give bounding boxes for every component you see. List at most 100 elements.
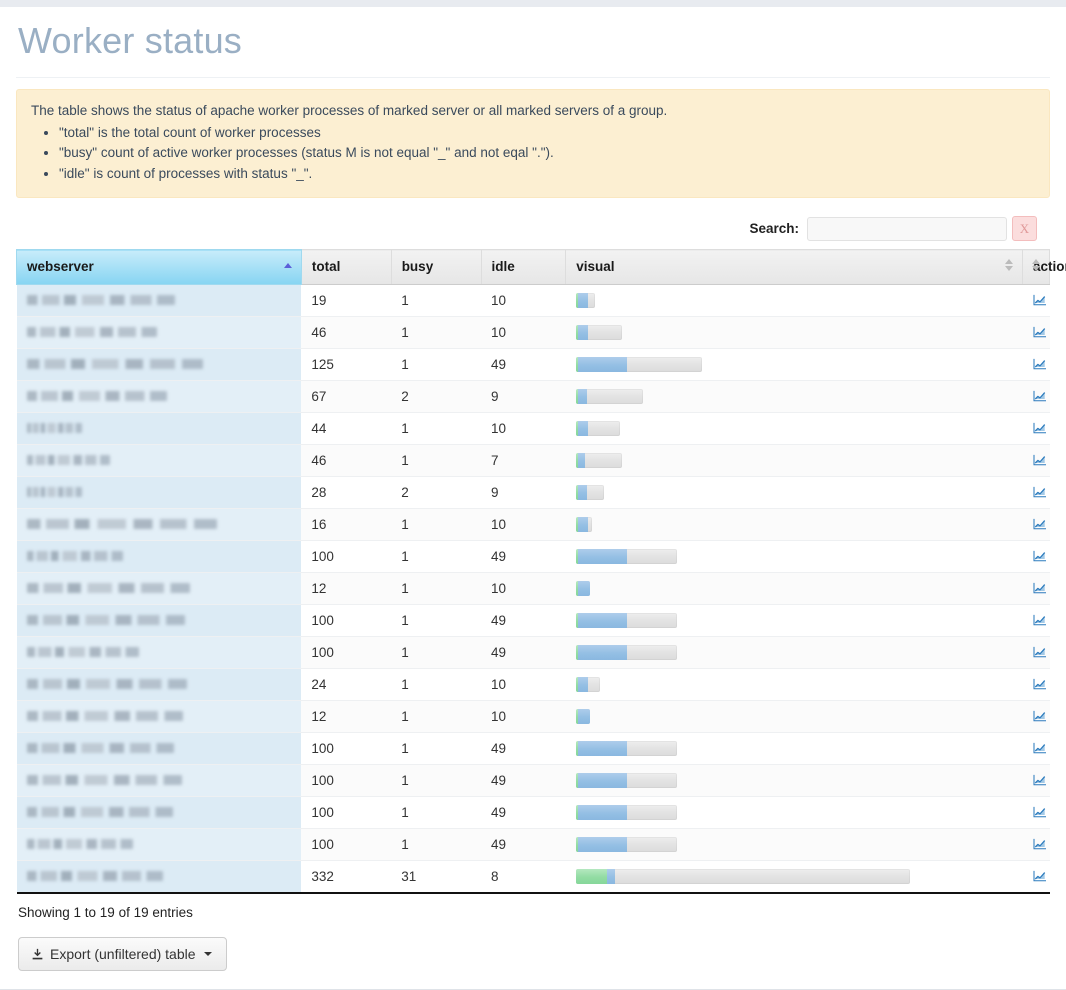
line-chart-icon — [1033, 774, 1047, 786]
line-chart-icon — [1033, 742, 1047, 754]
performance-checks-link[interactable]: Performance checks — [1033, 389, 1050, 404]
redacted-webserver-name — [26, 551, 123, 562]
performance-checks-link[interactable]: Performance checks — [1033, 709, 1050, 724]
cell-visual — [565, 668, 1023, 702]
line-chart-icon — [1033, 518, 1047, 530]
cell-busy: 1 — [391, 284, 481, 318]
performance-checks-link[interactable]: Performance checks — [1033, 549, 1050, 564]
column-header-webserver[interactable]: webserver — [16, 249, 302, 286]
performance-checks-link[interactable]: Performance checks — [1033, 677, 1050, 692]
bar-segment-idle — [606, 868, 615, 884]
worker-usage-bar — [575, 612, 677, 628]
line-chart-icon — [1033, 326, 1047, 338]
cell-webserver — [16, 508, 302, 542]
cell-visual — [565, 444, 1023, 478]
cell-idle: 10 — [481, 284, 566, 318]
bar-segment-idle — [577, 548, 627, 564]
column-header-actions[interactable]: actions — [1022, 249, 1066, 286]
performance-checks-link[interactable]: Performance checks — [1033, 869, 1050, 884]
cell-actions: Performance checks — [1022, 828, 1050, 862]
table-row: 100149 Performance checks — [16, 828, 1050, 862]
cell-idle: 49 — [481, 540, 566, 574]
sort-ascending-icon — [283, 263, 293, 271]
cell-webserver — [16, 700, 302, 734]
cell-total: 44 — [301, 412, 392, 446]
cell-actions: Performance checks — [1022, 572, 1050, 606]
cell-webserver — [16, 572, 302, 606]
cell-total: 46 — [301, 316, 392, 350]
line-chart-icon — [1033, 710, 1047, 722]
cell-idle: 49 — [481, 732, 566, 766]
column-header-visual[interactable]: visual — [565, 249, 1024, 286]
worker-usage-bar — [575, 740, 677, 756]
search-input[interactable] — [807, 216, 1007, 241]
cell-idle: 10 — [481, 700, 566, 734]
cell-webserver — [16, 860, 302, 895]
performance-checks-link[interactable]: Performance checks — [1033, 741, 1050, 756]
cell-busy: 1 — [391, 604, 481, 638]
bar-segment-idle — [577, 676, 588, 692]
bar-segment-idle — [577, 484, 587, 500]
cell-busy: 1 — [391, 316, 481, 350]
performance-checks-link[interactable]: Performance checks — [1033, 837, 1050, 852]
table-row: 44110 Performance checks — [16, 412, 1050, 446]
column-header-idle[interactable]: idle — [480, 249, 567, 286]
line-chart-icon — [1033, 550, 1047, 562]
table-row: 100149 Performance checks — [16, 604, 1050, 638]
cell-total: 100 — [301, 828, 392, 862]
search-clear-button[interactable]: X — [1012, 216, 1037, 242]
performance-checks-link[interactable]: Performance checks — [1033, 293, 1050, 308]
performance-checks-link[interactable]: Performance checks — [1033, 421, 1050, 436]
table-row: 100149 Performance checks — [16, 540, 1050, 574]
cell-idle: 10 — [481, 316, 566, 350]
export-table-button[interactable]: Export (unfiltered) table — [18, 937, 227, 972]
alert-intro-text: The table shows the status of apache wor… — [31, 102, 668, 118]
cell-busy: 1 — [391, 636, 481, 670]
cell-idle: 10 — [481, 668, 566, 702]
column-header-busy[interactable]: busy — [390, 249, 482, 286]
cell-total: 28 — [301, 476, 392, 510]
bar-segment-idle — [577, 836, 627, 852]
line-chart-icon — [1033, 838, 1047, 850]
performance-checks-link[interactable]: Performance checks — [1033, 805, 1050, 820]
cell-visual — [565, 764, 1023, 798]
cell-idle: 10 — [481, 412, 566, 446]
redacted-webserver-name — [26, 423, 82, 434]
cell-webserver — [16, 828, 302, 862]
cell-total: 100 — [301, 764, 392, 798]
cell-actions: Performance checks — [1022, 668, 1050, 702]
performance-checks-link[interactable]: Performance checks — [1033, 613, 1050, 628]
performance-checks-link[interactable]: Performance checks — [1033, 645, 1050, 660]
worker-usage-bar — [575, 356, 702, 372]
cell-webserver — [16, 796, 302, 830]
line-chart-icon — [1033, 806, 1047, 818]
cell-webserver — [16, 476, 302, 510]
table-row: 100149 Performance checks — [16, 796, 1050, 830]
table-row: 100149 Performance checks — [16, 764, 1050, 798]
sort-toggle-icon — [1032, 259, 1041, 275]
performance-checks-link[interactable]: Performance checks — [1033, 581, 1050, 596]
worker-usage-bar — [575, 836, 677, 852]
cell-busy: 1 — [391, 700, 481, 734]
cell-webserver — [16, 764, 302, 798]
export-button-label: Export (unfiltered) table — [50, 946, 196, 963]
performance-checks-link[interactable]: Performance checks — [1033, 517, 1050, 532]
cell-visual — [565, 508, 1023, 542]
line-chart-icon — [1033, 870, 1047, 882]
performance-checks-link[interactable]: Performance checks — [1033, 325, 1050, 340]
cell-actions: Performance checks — [1022, 636, 1050, 670]
performance-checks-link[interactable]: Performance checks — [1033, 453, 1050, 468]
redacted-webserver-name — [26, 519, 217, 530]
column-header-total[interactable]: total — [300, 249, 392, 286]
performance-checks-link[interactable]: Performance checks — [1033, 357, 1050, 372]
performance-checks-link[interactable]: Performance checks — [1033, 773, 1050, 788]
column-header-label: webserver — [27, 259, 94, 275]
cell-idle: 9 — [481, 380, 566, 414]
worker-status-table-wrap: webserver total busy idle visual actio 1… — [16, 249, 1066, 895]
table-row: 2829 Performance checks — [16, 476, 1050, 510]
line-chart-icon — [1033, 646, 1047, 658]
table-row: 4617 Performance checks — [16, 444, 1050, 478]
performance-checks-link[interactable]: Performance checks — [1033, 485, 1050, 500]
redacted-webserver-name — [26, 775, 182, 786]
bar-segment-idle — [577, 324, 588, 340]
